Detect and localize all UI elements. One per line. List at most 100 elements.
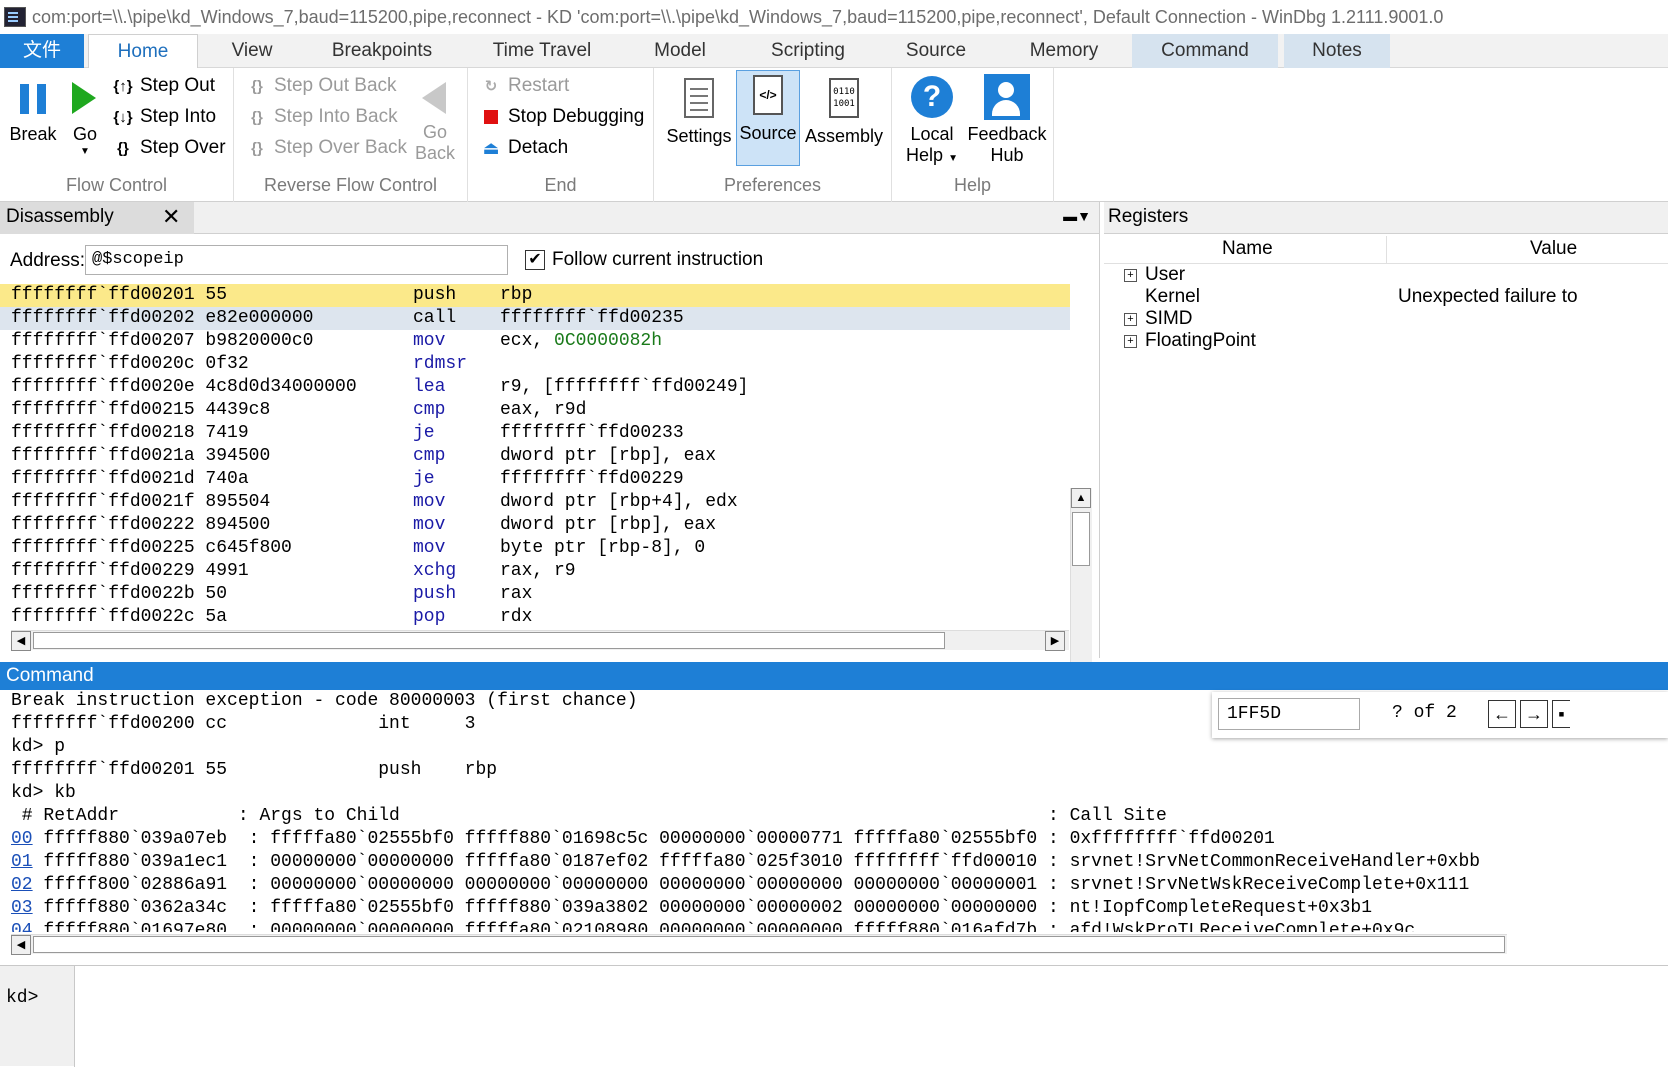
restart-label: Restart xyxy=(508,75,570,96)
command-input[interactable] xyxy=(74,966,1668,1067)
frame-number-link[interactable]: 00 xyxy=(11,829,33,849)
register-group-item[interactable]: + FloatingPoint xyxy=(1124,330,1256,352)
step-into-icon: {↓} xyxy=(113,108,133,126)
command-prompt-row: kd> xyxy=(0,965,1668,1067)
scroll-left-icon[interactable]: ◀ xyxy=(11,935,31,955)
tab-breakpoints[interactable]: Breakpoints xyxy=(320,34,444,68)
instruction-address: ffffffff`ffd00207 b9820000c0 xyxy=(11,331,314,351)
address-input[interactable]: @$scopeip xyxy=(85,245,508,275)
frame-number-link[interactable]: 04 xyxy=(11,921,33,932)
disassembly-tab[interactable]: Disassembly ✕ xyxy=(0,202,194,234)
register-group-item[interactable]: Kernel xyxy=(1124,286,1200,308)
tab-memory[interactable]: Memory xyxy=(1018,34,1110,68)
local-help-button[interactable]: ? Local Help ▼ xyxy=(900,74,964,169)
find-options-icon[interactable]: ▪ xyxy=(1552,700,1570,728)
detach-button[interactable]: ⏏ Detach xyxy=(480,134,568,162)
tab-view[interactable]: View xyxy=(210,34,294,68)
step-over-back-button[interactable]: {} Step Over Back xyxy=(246,134,407,162)
instruction-address: ffffffff`ffd00222 894500 xyxy=(11,515,271,535)
instruction-address: ffffffff`ffd0021f 895504 xyxy=(11,492,271,512)
group-label-reverse-flow: Reverse Flow Control xyxy=(263,175,438,195)
disassembly-line[interactable]: ffffffff`ffd0021f 895504 mov dword ptr [rb… xyxy=(0,491,1070,514)
register-group-item[interactable]: + User xyxy=(1124,264,1185,286)
disassembly-line[interactable]: ffffffff`ffd0022c 5a pop rdx xyxy=(0,606,1070,629)
scroll-left-icon[interactable]: ◀ xyxy=(11,631,31,651)
close-icon[interactable]: ✕ xyxy=(162,206,180,228)
command-output-line: ffffffff`ffd00200 cc int 3 xyxy=(11,714,476,734)
instruction-mnemonic: rdmsr xyxy=(413,354,468,374)
disassembly-horizontal-scrollbar[interactable]: ◀ ▶ xyxy=(11,630,1069,651)
frame-number-link[interactable]: 03 xyxy=(11,898,33,918)
frame-number-link[interactable]: 01 xyxy=(11,852,33,872)
frame-number-link[interactable]: 02 xyxy=(11,875,33,895)
disassembly-line[interactable]: ffffffff`ffd00202 e82e000000 call ffffffff… xyxy=(0,307,1070,330)
disassembly-line[interactable]: ffffffff`ffd00225 c645f800 mov byte ptr [r… xyxy=(0,537,1070,560)
scroll-thumb[interactable] xyxy=(33,936,1505,953)
feedback-label-line1: Feedback xyxy=(967,124,1047,144)
restart-button[interactable]: ↻ Restart xyxy=(480,72,570,100)
disassembly-line[interactable]: ffffffff`ffd00215 4439c8 cmp eax, r9d xyxy=(0,399,1070,422)
local-help-label-line2: Help xyxy=(906,145,944,165)
step-into-button[interactable]: {↓} Step Into xyxy=(112,103,216,131)
step-out-back-button[interactable]: {} Step Out Back xyxy=(246,72,396,100)
find-input[interactable]: 1FF5D xyxy=(1218,698,1360,730)
expand-icon[interactable]: + xyxy=(1124,312,1137,326)
feedback-hub-button[interactable]: Feedback Hub xyxy=(966,74,1048,166)
disassembly-line[interactable]: ffffffff`ffd00201 55 push rbp xyxy=(0,284,1070,307)
settings-label: Settings xyxy=(666,126,732,146)
disassembly-line[interactable]: ffffffff`ffd00229 4991 xchg rax, r9 xyxy=(0,560,1070,583)
local-help-label-line1: Local xyxy=(910,124,954,144)
scroll-thumb[interactable] xyxy=(33,632,945,649)
command-pane-title: Command xyxy=(0,662,1668,690)
stack-frame-line: 04 fffff880`01697e80 : 00000000`00000000… xyxy=(11,920,1415,932)
follow-instruction-checkbox[interactable]: ✔ xyxy=(525,250,545,270)
group-preferences: Settings </> Source 0110 1001 Assembly Pr… xyxy=(654,68,892,202)
binary-file-icon: 0110 1001 xyxy=(829,78,859,118)
expand-icon[interactable]: + xyxy=(1124,334,1137,348)
stop-debugging-button[interactable]: Stop Debugging xyxy=(480,103,644,131)
settings-button[interactable]: Settings xyxy=(664,74,734,147)
tab-notes[interactable]: Notes xyxy=(1284,34,1390,68)
disassembly-line[interactable]: ffffffff`ffd0020c 0f32 rdmsr xyxy=(0,353,1070,376)
ribbon: Break Go ▼ {↑} Step Out {↓} Step Into {} St… xyxy=(0,68,1668,202)
expand-icon[interactable]: + xyxy=(1124,268,1137,282)
tab-source[interactable]: Source xyxy=(896,34,976,68)
eject-icon: ⏏ xyxy=(482,137,500,158)
instruction-operands: dword ptr [rbp], eax xyxy=(500,445,716,468)
operand-text: eax, r9d xyxy=(500,400,587,420)
tab-time-travel[interactable]: Time Travel xyxy=(480,34,604,68)
disassembly-line[interactable]: ffffffff`ffd0021d 740a je ffffffff`ffd0022… xyxy=(0,468,1070,491)
disassembly-line[interactable]: ffffffff`ffd00218 7419 je ffffffff`ffd0023… xyxy=(0,422,1070,445)
pane-menu-icon[interactable]: ▬▼ xyxy=(1063,208,1091,224)
step-into-back-button[interactable]: {} Step Into Back xyxy=(246,103,397,131)
scroll-up-icon[interactable]: ▲ xyxy=(1071,488,1091,508)
instruction-operands: ffffffff`ffd00233 xyxy=(500,422,684,445)
assembly-mode-button[interactable]: 0110 1001 Assembly xyxy=(804,74,884,147)
command-horizontal-scrollbar[interactable]: ◀ xyxy=(11,934,1507,955)
disassembly-line[interactable]: ffffffff`ffd0022b 50 push rax xyxy=(0,583,1070,606)
scroll-right-icon[interactable]: ▶ xyxy=(1045,631,1065,651)
disassembly-line[interactable]: ffffffff`ffd00207 b9820000c0 mov ecx, 0C00… xyxy=(0,330,1070,353)
find-previous-icon[interactable]: ← xyxy=(1488,700,1516,728)
go-button[interactable]: Go ▼ xyxy=(64,78,106,159)
break-button[interactable]: Break xyxy=(6,78,60,145)
disassembly-line[interactable]: ffffffff`ffd0020e 4c8d0d34000000 lea r9, [… xyxy=(0,376,1070,399)
column-value[interactable]: Value xyxy=(1530,238,1668,260)
column-name[interactable]: Name xyxy=(1222,238,1273,260)
disassembly-line[interactable]: ffffffff`ffd00222 894500 mov dword ptr [rb… xyxy=(0,514,1070,537)
step-over-button[interactable]: {} Step Over xyxy=(112,134,225,162)
go-back-button[interactable]: Go Back xyxy=(412,78,458,164)
instruction-mnemonic: xchg xyxy=(413,561,457,581)
disassembly-line[interactable]: ffffffff`ffd0021a 394500 cmp dword ptr [rb… xyxy=(0,445,1070,468)
find-next-icon[interactable]: → xyxy=(1520,700,1548,728)
tab-command[interactable]: Command xyxy=(1132,34,1278,68)
tab-home[interactable]: Home xyxy=(88,34,198,69)
group-label-preferences: Preferences xyxy=(723,175,822,195)
tab-file[interactable]: 文件 xyxy=(0,34,84,68)
step-out-button[interactable]: {↑} Step Out xyxy=(112,72,215,100)
register-group-item[interactable]: + SIMD xyxy=(1124,308,1193,330)
tab-model[interactable]: Model xyxy=(640,34,720,68)
scroll-thumb[interactable] xyxy=(1072,512,1090,566)
tab-scripting[interactable]: Scripting xyxy=(758,34,858,68)
source-mode-button[interactable]: </> Source xyxy=(736,70,800,166)
